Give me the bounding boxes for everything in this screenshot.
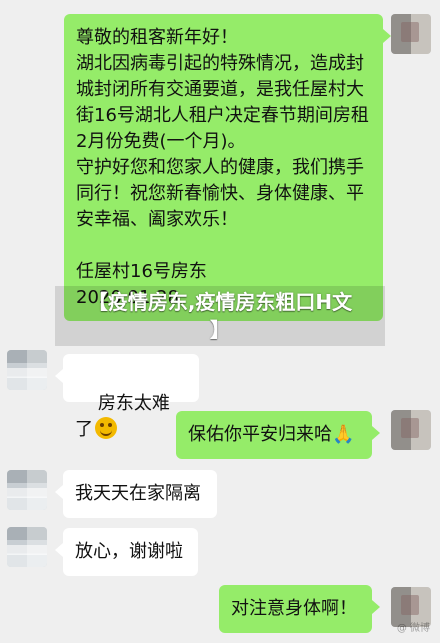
avatar-image: [7, 527, 47, 567]
overlay-title-line-1: 【疫情房东,疫情房东粗口H文: [87, 290, 353, 314]
avatar-image: [391, 14, 431, 54]
overlay-title-line-2: 】: [210, 318, 230, 342]
watermark: @ 微博: [396, 623, 430, 634]
message-text: 房东太难了: [75, 393, 170, 440]
chat-screen: 尊敬的租客新年好！ 湖北因病毒引起的特殊情况，造成封城封闭所有交通要道，是我任屋…: [0, 0, 440, 643]
avatar: [7, 470, 47, 510]
message-bubble-3: 保佑你平安归来哈🙏: [176, 411, 380, 459]
message-bubble-1: 尊敬的租客新年好！ 湖北因病毒引起的特殊情况，造成封城封闭所有交通要道，是我任屋…: [64, 14, 391, 321]
overlay-title: 【疫情房东,疫情房东粗口H文 】: [55, 286, 385, 346]
avatar: [391, 410, 431, 450]
avatar: [391, 14, 431, 54]
avatar: [7, 350, 47, 390]
laugh-cry-emoji-icon: [95, 417, 117, 439]
message-bubble-6: 对注意身体啊！: [219, 585, 380, 633]
avatar-image: [391, 410, 431, 450]
message-bubble-5: 放心，谢谢啦: [55, 528, 198, 576]
avatar: [7, 527, 47, 567]
avatar-image: [7, 470, 47, 510]
avatar-image: [7, 350, 47, 390]
message-bubble-4: 我天天在家隔离: [55, 470, 217, 518]
message-bubble-2: 房东太难了: [55, 354, 199, 440]
